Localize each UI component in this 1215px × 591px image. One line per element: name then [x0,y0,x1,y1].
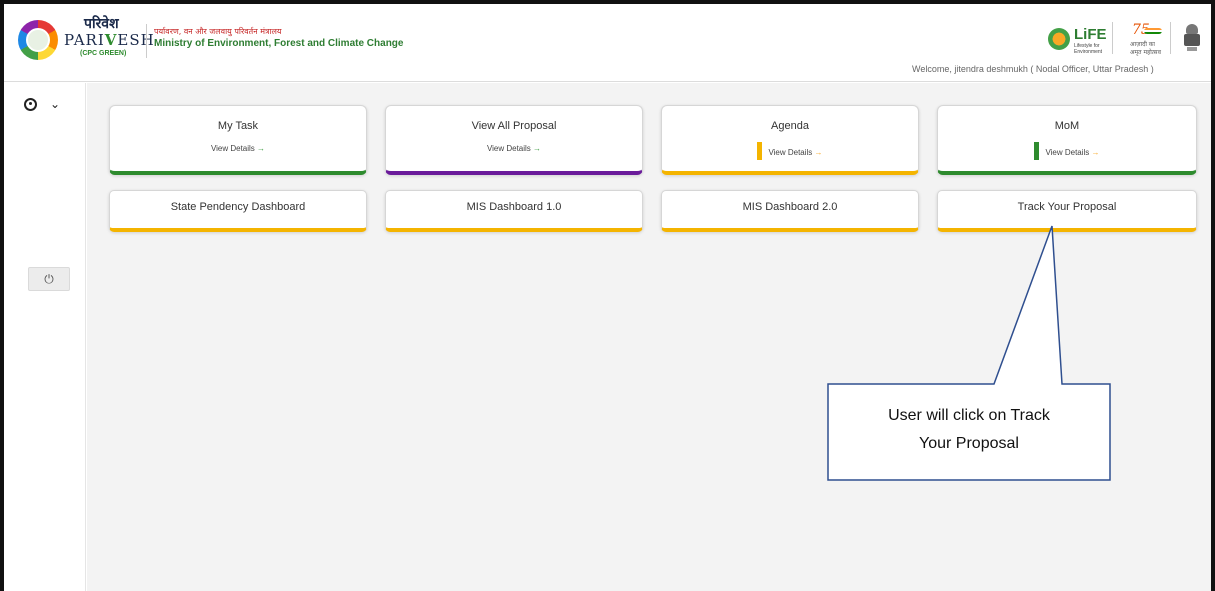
ministry-hindi: पर्यावरण, वन और जलवायु परिवर्तन मंत्रालय [154,27,282,36]
arrow-right-icon: → [533,144,542,153]
welcome-text: Welcome, jitendra deshmukh ( Nodal Offic… [912,64,1154,74]
dashboard-label: MIS Dashboard 1.0 [466,201,562,213]
arrow-right-icon: → [1091,148,1100,158]
status-marker [1034,142,1040,160]
track-your-proposal-button[interactable]: Track Your Proposal [937,190,1197,232]
view-details-link[interactable]: View Details → [938,142,1196,162]
flag-icon [1144,28,1162,34]
sidebar: ⌄ ⏻ [4,83,86,591]
chevron-down-icon: ⌄ [50,97,61,111]
arrow-right-icon: → [814,148,823,158]
dashboard-label: MIS Dashboard 2.0 [742,201,838,213]
dashboard-label: State Pendency Dashboard [170,201,306,213]
arrow-right-icon: → [257,144,266,153]
view-details-link[interactable]: View Details → [110,144,366,153]
brand-divider [146,24,147,58]
dashboard-label: Track Your Proposal [1017,201,1117,213]
card-title: MoM [1054,120,1080,132]
card-title: Agenda [771,120,809,132]
user-circle-icon [24,98,37,111]
parivesh-logo-icon[interactable] [18,20,58,60]
mis-dashboard-2-button[interactable]: MIS Dashboard 2.0 [661,190,919,232]
power-icon: ⏻ [44,272,54,286]
user-menu-toggle[interactable]: ⌄ [24,97,64,115]
header: परिवेश PARIVESH (CPC GREEN) पर्यावरण, वन… [4,4,1211,82]
life-sun-icon [1048,28,1070,50]
header-divider [1112,22,1113,54]
brand-name: PARIVESH [64,31,155,49]
card-title: View All Proposal [471,120,557,132]
national-emblem-icon [1184,24,1200,52]
mis-dashboard-1-button[interactable]: MIS Dashboard 1.0 [385,190,643,232]
card-mom[interactable]: MoM View Details → [937,105,1197,175]
ministry-english: Ministry of Environment, Forest and Clim… [154,38,404,49]
main-content: My Task View Details → View All Proposal… [87,83,1211,591]
life-logo: LiFE Lifestyle for Environment [1048,26,1107,55]
card-title: My Task [217,120,259,132]
app-frame: परिवेश PARIVESH (CPC GREEN) पर्यावरण, वन… [0,0,1215,591]
view-details-link[interactable]: View Details → [386,144,642,153]
logout-button[interactable]: ⏻ [28,267,70,291]
card-view-all-proposal[interactable]: View All Proposal View Details → [385,105,643,175]
brand-sub: (CPC GREEN) [80,50,127,57]
header-divider [1170,22,1171,54]
view-details-link[interactable]: View Details → [662,142,918,162]
status-marker [757,142,763,160]
card-agenda[interactable]: Agenda View Details → [661,105,919,175]
azadi-logo: 75 आज़ादी का अमृत महोत्सव [1130,22,1162,56]
callout-text: User will click on Track Your Proposal [888,407,1050,452]
card-my-task[interactable]: My Task View Details → [109,105,367,175]
state-pendency-dashboard-button[interactable]: State Pendency Dashboard [109,190,367,232]
